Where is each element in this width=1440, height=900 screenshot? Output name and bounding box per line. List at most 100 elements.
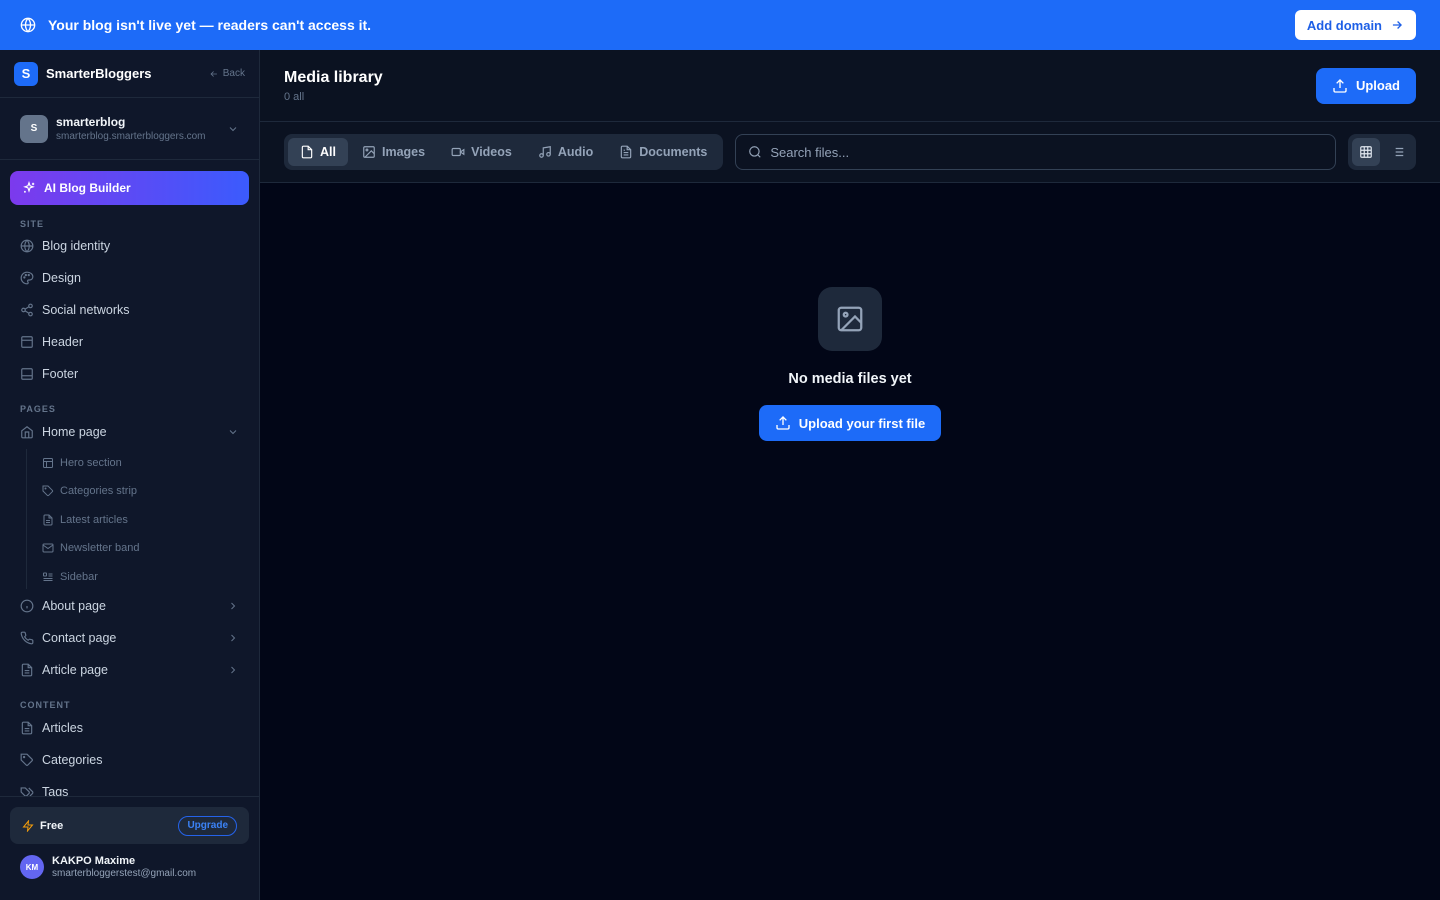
sidebar-item-social-networks[interactable]: Social networks	[10, 296, 249, 324]
sidebar-item-contact-page[interactable]: Contact page	[10, 624, 249, 652]
tab-documents[interactable]: Documents	[607, 138, 719, 166]
subitem-hero-section[interactable]: Hero section	[42, 452, 122, 474]
sidebar-item-label: Categories	[42, 753, 103, 767]
section-label-pages: PAGES	[20, 404, 56, 414]
upload-label: Upload	[1355, 78, 1400, 93]
palette-icon	[20, 271, 34, 285]
section-label-content: CONTENT	[20, 700, 71, 710]
back-label: Back	[222, 68, 245, 79]
sidebar-item-label: Header	[42, 335, 83, 349]
grid-view-button[interactable]	[1352, 138, 1380, 166]
info-icon	[20, 599, 34, 613]
file-icon	[42, 514, 54, 526]
subitem-label: Hero section	[60, 457, 122, 469]
subitem-label: Newsletter band	[60, 542, 140, 554]
tab-label: Documents	[639, 145, 708, 159]
subitem-latest-articles[interactable]: Latest articles	[42, 509, 128, 531]
plan-box: Free Upgrade	[10, 807, 249, 844]
list-icon	[1391, 145, 1405, 159]
tab-label: Audio	[557, 145, 594, 159]
site-name: smarterblog	[56, 115, 126, 129]
upload-first-file-label: Upload your first file	[798, 415, 926, 431]
sidebar-item-footer[interactable]: Footer	[10, 360, 249, 388]
tab-images[interactable]: Images	[350, 138, 437, 166]
tab-label: All	[320, 145, 336, 159]
tab-audio[interactable]: Audio	[526, 138, 605, 166]
section-label-site: SITE	[20, 219, 45, 229]
image-icon	[818, 287, 882, 351]
document-icon	[619, 145, 633, 159]
plan-name: Free	[40, 819, 64, 832]
ai-blog-builder-button[interactable]: AI Blog Builder	[10, 171, 249, 205]
tab-videos[interactable]: Videos	[439, 138, 524, 166]
list-view-button[interactable]	[1384, 138, 1412, 166]
image-icon	[362, 145, 376, 159]
list-icon	[42, 571, 54, 583]
share-icon	[20, 303, 34, 317]
upgrade-button[interactable]: Upgrade	[178, 815, 237, 836]
page-title: Media library	[284, 68, 383, 86]
globe-icon	[20, 17, 36, 33]
page-header: Media library 0 all Upload	[260, 50, 1440, 122]
user-profile[interactable]: KM KAKPO Maxime smarterbloggerstest@gmai…	[20, 855, 196, 879]
empty-state: No media files yet Upload your first fil…	[260, 287, 1440, 441]
sidebar-item-home-page[interactable]: Home page	[10, 418, 249, 446]
arrow-right-icon	[1390, 18, 1404, 32]
sidebar-item-label: Blog identity	[42, 239, 111, 253]
upload-icon	[775, 415, 791, 431]
brand-row: S SmarterBloggers Back	[0, 50, 259, 98]
sidebar-item-categories[interactable]: Categories	[10, 746, 249, 774]
globe-icon	[20, 239, 34, 253]
sidebar: S SmarterBloggers Back S smarterblog sma…	[0, 50, 260, 900]
media-toolbar: All Images Videos Audio Documents	[260, 122, 1440, 183]
sidebar-item-label: Contact page	[42, 631, 117, 645]
sidebar-item-label: Article page	[42, 663, 109, 677]
subitem-label: Latest articles	[60, 514, 128, 526]
phone-icon	[20, 631, 34, 645]
upload-button[interactable]: Upload	[1315, 67, 1416, 104]
sidebar-item-label: About page	[42, 599, 106, 613]
filter-tabs: All Images Videos Audio Documents	[284, 134, 724, 170]
grid-icon	[1359, 145, 1373, 159]
ai-blog-builder-label: AI Blog Builder	[44, 181, 131, 195]
main-area: Media library 0 all Upload All Images Vi…	[260, 50, 1440, 900]
sidebar-item-articles[interactable]: Articles	[10, 714, 249, 742]
user-name: KAKPO Maxime	[52, 855, 136, 867]
add-domain-button[interactable]: Add domain	[1294, 10, 1416, 40]
music-icon	[538, 145, 552, 159]
sidebar-item-blog-identity[interactable]: Blog identity	[10, 232, 249, 260]
sidebar-item-design[interactable]: Design	[10, 264, 249, 292]
layout-icon	[20, 335, 34, 349]
subitem-label: Categories strip	[60, 485, 138, 497]
subitem-sidebar[interactable]: Sidebar	[42, 566, 98, 588]
banner-message: Your blog isn't live yet — readers can't…	[48, 17, 372, 33]
subitem-label: Sidebar	[60, 571, 98, 583]
sidebar-item-header[interactable]: Header	[10, 328, 249, 356]
tab-label: Images	[381, 145, 426, 159]
sidebar-item-label: Footer	[42, 367, 79, 381]
brand-logo: S	[14, 61, 38, 86]
back-link[interactable]: Back	[209, 68, 245, 79]
chevron-down-icon	[227, 123, 239, 135]
sidebar-item-label: Social networks	[42, 303, 130, 317]
search-input[interactable]	[770, 144, 1323, 160]
sidebar-item-label: Design	[42, 271, 81, 285]
chevron-right-icon	[227, 632, 239, 644]
arrow-left-icon	[209, 69, 219, 79]
subitem-newsletter-band[interactable]: Newsletter band	[42, 537, 140, 559]
tab-label: Videos	[471, 145, 512, 159]
sidebar-item-about-page[interactable]: About page	[10, 592, 249, 620]
subnav-line	[26, 449, 27, 589]
sidebar-footer: Free Upgrade KM KAKPO Maxime smarterblog…	[0, 796, 259, 900]
zap-icon	[22, 819, 34, 832]
file-icon	[300, 145, 314, 159]
file-icon	[20, 663, 34, 677]
tag-icon	[20, 753, 34, 767]
subitem-categories-strip[interactable]: Categories strip	[42, 480, 137, 502]
sidebar-item-article-page[interactable]: Article page	[10, 656, 249, 684]
tab-all[interactable]: All	[288, 138, 348, 166]
brand-name: SmarterBloggers	[46, 66, 152, 81]
site-switcher[interactable]: S smarterblog smarterblog.smarterblogger…	[0, 98, 259, 160]
upload-first-file-button[interactable]: Upload your first file	[758, 405, 942, 441]
avatar: KM	[20, 855, 44, 879]
